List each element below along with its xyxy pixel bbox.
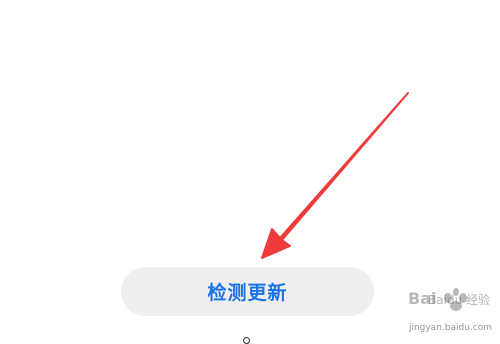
check-update-label: 检测更新: [207, 282, 288, 304]
circle-icon[interactable]: [243, 337, 250, 344]
watermark-brand-text: Baidu 经验: [428, 293, 490, 307]
watermark-site-text: jingyan.baidu.com: [408, 323, 492, 333]
screen: 检测更新 Bai Baidu 经验 jingyan.baidu.com: [0, 0, 500, 344]
check-update-button[interactable]: 检测更新: [121, 267, 374, 316]
